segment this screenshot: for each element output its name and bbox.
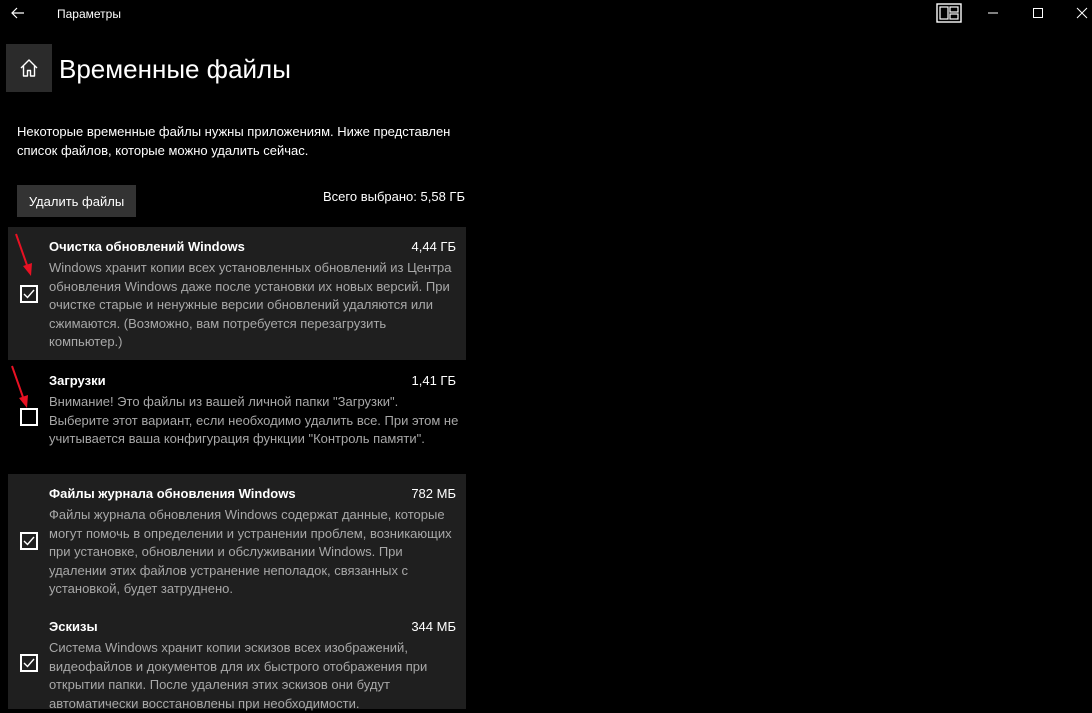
item-description: Windows хранит копии всех установленных … [49,260,452,349]
list-item: Загрузки 1,41 ГБ Внимание! Это файлы из … [8,361,466,473]
checkmark-icon [23,658,35,668]
checkbox-windows-update-cleanup[interactable] [20,285,38,303]
item-size: 1,41 ГБ [411,373,456,388]
checkmark-icon [23,289,35,299]
maximize-button[interactable] [1018,0,1058,26]
list-item: Очистка обновлений Windows 4,44 ГБ Windo… [8,227,466,360]
item-title: Очистка обновлений Windows [49,239,245,254]
item-size: 4,44 ГБ [411,239,456,254]
checkbox-thumbnails[interactable] [20,654,38,672]
item-description: Система Windows хранит копии эскизов все… [49,640,428,711]
arrow-left-icon [11,7,24,19]
item-size: 344 МБ [411,619,456,634]
maximize-icon [1033,8,1043,18]
item-title: Эскизы [49,619,98,634]
close-icon [1076,7,1088,19]
minimize-icon [988,12,998,14]
item-title: Загрузки [49,373,106,388]
annotation-arrow-icon [15,233,32,276]
back-button[interactable] [6,2,30,24]
close-button[interactable] [1062,0,1092,26]
snap-layout-icon [936,3,962,23]
home-button[interactable] [6,44,52,92]
item-title: Файлы журнала обновления Windows [49,486,296,501]
delete-files-button[interactable]: Удалить файлы [17,185,136,217]
minimize-button[interactable] [973,0,1013,26]
list-item: Эскизы 344 МБ Система Windows хранит коп… [8,607,466,711]
snap-layout-button[interactable] [929,0,969,26]
title-bar: Параметры [0,0,1092,26]
app-title: Параметры [57,7,121,21]
page-title: Временные файлы [59,54,291,84]
home-icon [20,59,38,77]
checkbox-update-log-files[interactable] [20,532,38,550]
item-size: 782 МБ [411,486,456,501]
total-selected: Всего выбрано: 5,58 ГБ [323,189,465,204]
checkbox-downloads[interactable] [20,408,38,426]
item-description: Внимание! Это файлы из вашей личной папк… [49,394,459,446]
annotation-arrow-icon [11,365,28,408]
checkmark-icon [23,536,35,546]
list-item: Файлы журнала обновления Windows 782 МБ … [8,474,466,607]
item-description: Файлы журнала обновления Windows содержа… [49,507,452,596]
page-description: Некоторые временные файлы нужны приложен… [17,124,451,158]
